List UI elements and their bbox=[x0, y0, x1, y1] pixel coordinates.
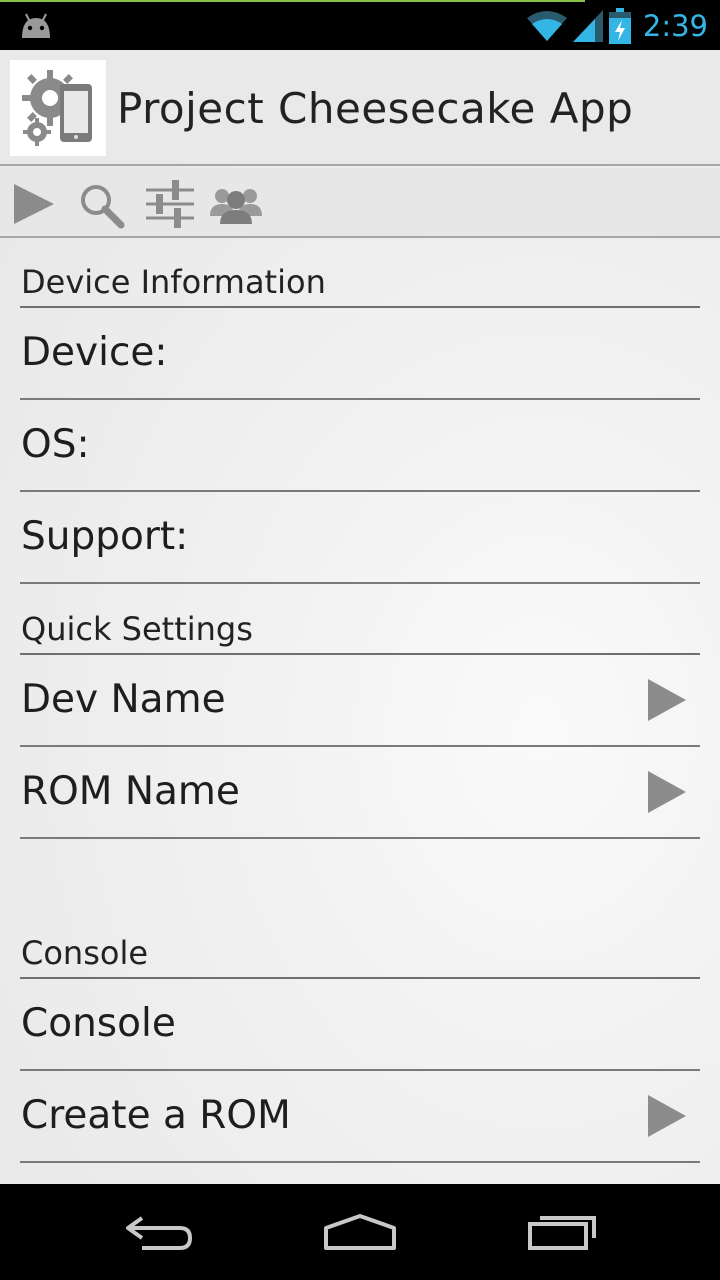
status-bar: 2:39 bbox=[0, 0, 720, 50]
play-icon[interactable] bbox=[8, 176, 64, 232]
item-os[interactable]: OS: bbox=[20, 400, 700, 492]
wifi-icon bbox=[526, 11, 567, 41]
navigation-bar bbox=[0, 1184, 720, 1280]
settings-sliders-icon[interactable] bbox=[142, 176, 198, 232]
item-create-a-rom[interactable]: Create a ROM bbox=[20, 1071, 700, 1163]
toolbar bbox=[0, 168, 720, 238]
recent-apps-icon[interactable] bbox=[522, 1208, 602, 1256]
people-icon[interactable] bbox=[208, 176, 264, 232]
item-label: Device: bbox=[21, 330, 168, 375]
category-device-information: Device Information bbox=[20, 240, 700, 308]
status-clock: 2:39 bbox=[642, 9, 708, 43]
category-title: Console bbox=[21, 934, 149, 972]
home-icon[interactable] bbox=[320, 1208, 400, 1256]
battery-charging-icon bbox=[608, 8, 631, 44]
category-title: Device Information bbox=[21, 263, 326, 301]
app-logo-icon bbox=[10, 60, 106, 156]
app-title: Project Cheesecake App bbox=[117, 84, 634, 133]
arrow-right-icon bbox=[648, 771, 686, 813]
item-dev-name[interactable]: Dev Name bbox=[20, 655, 700, 747]
item-rom-name[interactable]: ROM Name bbox=[20, 747, 700, 839]
arrow-right-icon bbox=[648, 679, 686, 721]
download-progress-line bbox=[0, 0, 585, 2]
item-label: Console bbox=[21, 1001, 176, 1046]
search-icon[interactable] bbox=[74, 176, 130, 232]
item-label: ROM Name bbox=[21, 769, 240, 814]
item-device[interactable]: Device: bbox=[20, 308, 700, 400]
category-quick-settings: Quick Settings bbox=[20, 584, 700, 655]
item-label: Dev Name bbox=[21, 677, 226, 722]
category-title: Quick Settings bbox=[21, 610, 253, 648]
item-label: Create a ROM bbox=[21, 1093, 291, 1138]
category-console: Console bbox=[20, 931, 700, 979]
title-bar: Project Cheesecake App bbox=[0, 50, 720, 166]
item-label: OS: bbox=[21, 422, 90, 467]
app-screen: Project Cheesecake App Device Informatio… bbox=[0, 50, 720, 1184]
signal-icon bbox=[572, 10, 603, 42]
item-label: Support: bbox=[21, 514, 189, 559]
back-icon[interactable] bbox=[120, 1208, 200, 1256]
item-support[interactable]: Support: bbox=[20, 492, 700, 584]
item-console[interactable]: Console bbox=[20, 979, 700, 1071]
arrow-right-icon bbox=[648, 1095, 686, 1137]
android-notification-icon bbox=[22, 13, 50, 38]
settings-list: Device Information Device: OS: Support: … bbox=[20, 240, 700, 1163]
